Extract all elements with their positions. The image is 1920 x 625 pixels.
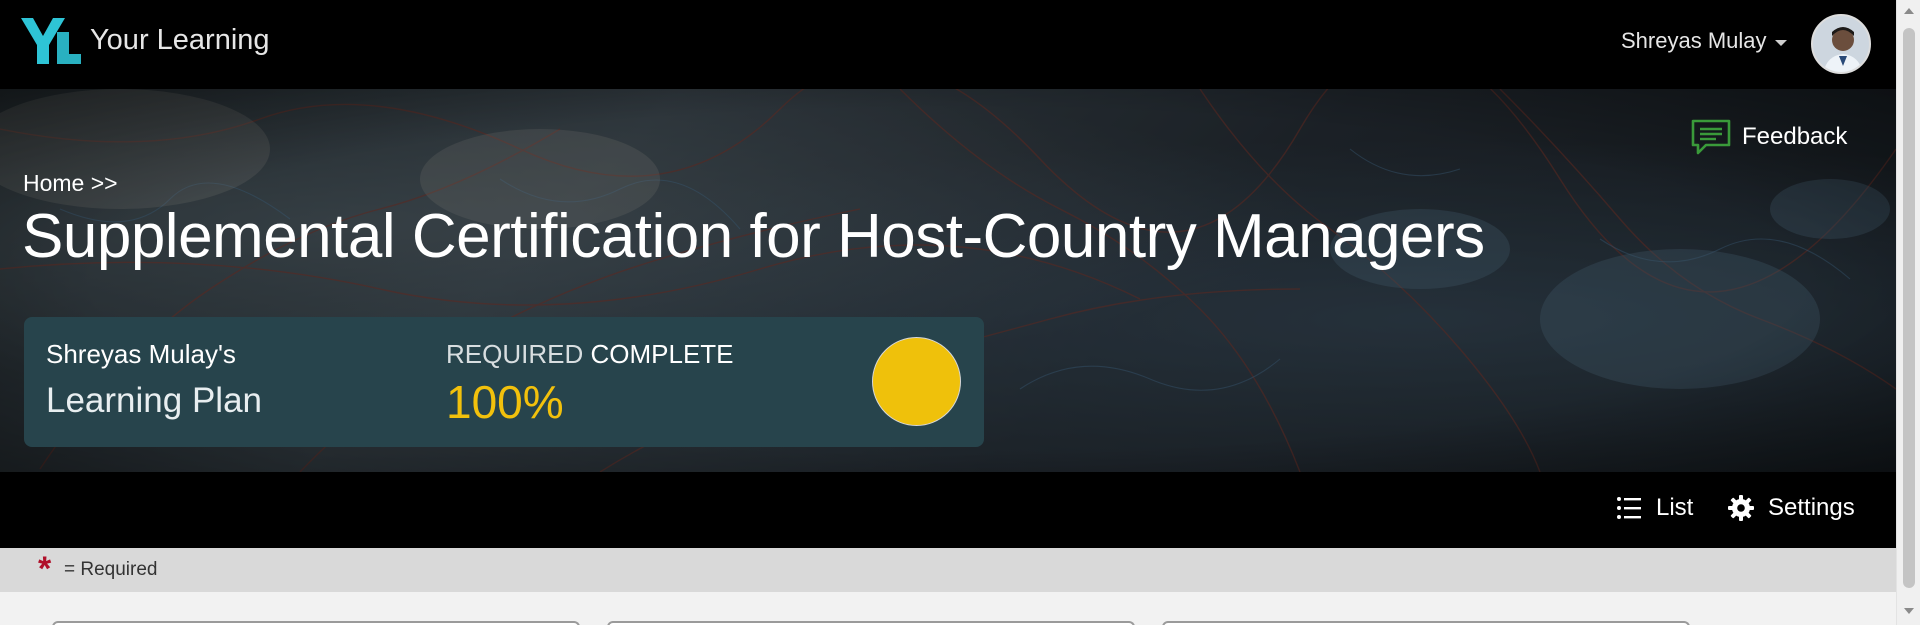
avatar[interactable]: [1811, 14, 1871, 74]
hero-banner: Feedback Home >> Supplemental Certificat…: [0, 89, 1896, 472]
plan-owner: Shreyas Mulay's: [46, 339, 236, 369]
plan-name: Learning Plan: [46, 381, 262, 420]
required-legend-text: = Required: [64, 559, 158, 580]
user-name: Shreyas Mulay: [1621, 28, 1767, 53]
course-card[interactable]: [1162, 621, 1690, 625]
required-asterisk: *: [38, 550, 52, 588]
course-card[interactable]: [607, 621, 1135, 625]
breadcrumb-home[interactable]: Home >>: [23, 170, 118, 197]
yl-logo[interactable]: [21, 18, 81, 64]
status-prefix: REQUIRED: [446, 339, 584, 369]
list-label: List: [1656, 494, 1694, 521]
scrollbar-thumb[interactable]: [1903, 28, 1915, 588]
required-legend: * = Required: [0, 548, 1896, 592]
gear-icon: [1728, 495, 1754, 521]
scroll-up-arrow-icon[interactable]: [1904, 8, 1914, 14]
required-status-label: REQUIRED COMPLETE: [446, 339, 734, 370]
page-title: Supplemental Certification for Host-Coun…: [22, 202, 1485, 271]
vertical-scrollbar[interactable]: [1896, 0, 1920, 625]
chat-bubble-icon: [1691, 119, 1731, 155]
feedback-label: Feedback: [1742, 123, 1848, 150]
course-card[interactable]: [52, 621, 580, 625]
required-percent: 100%: [446, 376, 564, 428]
page: Your Learning Shreyas Mulay Feedback Hom…: [0, 0, 1920, 625]
status-word: COMPLETE: [590, 339, 734, 369]
top-navbar: Your Learning Shreyas Mulay: [0, 0, 1896, 89]
user-menu-toggle[interactable]: Shreyas Mulay: [1621, 28, 1787, 54]
settings-button[interactable]: Settings: [1728, 494, 1855, 522]
course-cards-area: [0, 592, 1896, 625]
progress-indicator: [872, 337, 961, 426]
settings-label: Settings: [1768, 494, 1855, 521]
learning-plan-card: Shreyas Mulay's Learning Plan REQUIRED C…: [24, 317, 984, 447]
app-title[interactable]: Your Learning: [90, 24, 270, 57]
list-view-button[interactable]: List: [1616, 494, 1693, 522]
list-icon: [1617, 497, 1641, 519]
feedback-button[interactable]: Feedback: [1690, 118, 1847, 156]
view-toolbar: List Settings: [0, 472, 1896, 548]
caret-down-icon: [1774, 39, 1787, 46]
scroll-down-arrow-icon[interactable]: [1904, 608, 1914, 614]
